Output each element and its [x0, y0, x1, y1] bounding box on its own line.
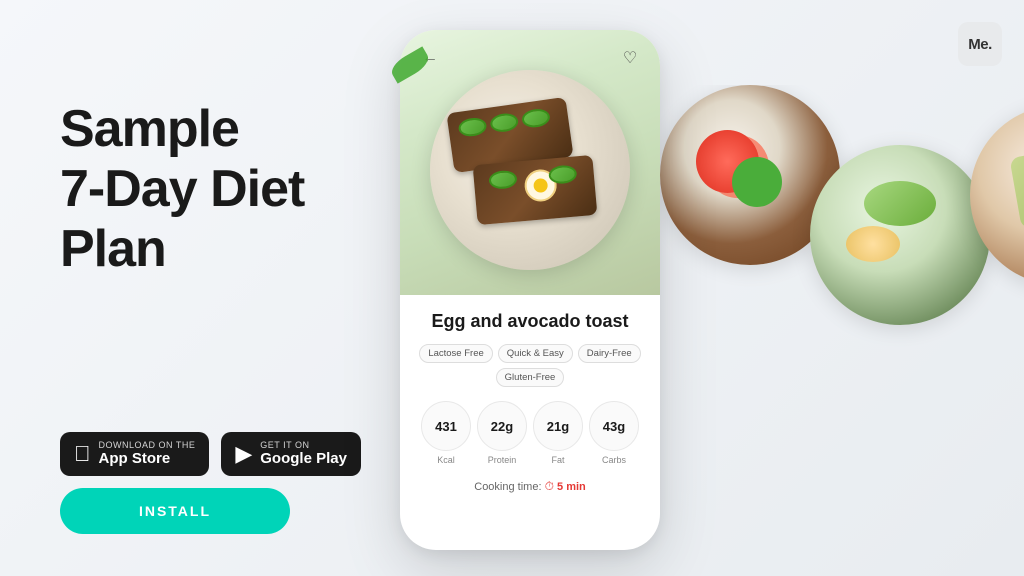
nutrition-row: 431 Kcal 22g Protein 21g Fat: [418, 401, 642, 465]
playstore-small-label: GET IT ON: [260, 440, 309, 450]
avocado-5: [548, 164, 577, 184]
food-plate: [430, 70, 630, 270]
avocado-3: [521, 107, 551, 129]
avocado-2: [489, 112, 519, 134]
nutrition-circle-protein: 22g: [477, 401, 527, 451]
phone-food-image: ← ♡: [400, 30, 660, 295]
phone-frame: ← ♡: [400, 30, 660, 550]
play-icon: ▶: [235, 443, 252, 465]
phone-nav-bar: ← ♡: [416, 44, 644, 72]
nutrition-protein: 22g Protein: [477, 401, 527, 465]
appstore-small-label: Download on the: [99, 440, 196, 450]
playstore-large-label: Google Play: [260, 450, 347, 468]
phone-mockup: ← ♡: [400, 30, 660, 550]
phone-content-area: Egg and avocado toast Lactose Free Quick…: [400, 295, 660, 510]
nutrition-fat: 21g Fat: [533, 401, 583, 465]
nutrition-circle-kcal: 431: [421, 401, 471, 451]
nutrition-circle-fat: 21g: [533, 401, 583, 451]
headline-section: Sample 7-Day Diet Plan: [60, 100, 304, 279]
side-bowl-2: [810, 145, 990, 325]
cooking-time: Cooking time: ⏱ 5 min: [418, 479, 642, 494]
favorite-button[interactable]: ♡: [616, 44, 644, 72]
appstore-button[interactable]:  Download on the App Store: [60, 432, 209, 476]
toast-group: [450, 105, 610, 235]
recipe-tags: Lactose Free Quick & Easy Dairy-Free Glu…: [418, 344, 642, 387]
nutrition-carbs: 43g Carbs: [589, 401, 639, 465]
cooking-time-label: Cooking time:: [474, 481, 541, 493]
side-food-bowls: [660, 85, 1024, 405]
me-logo[interactable]: Me.: [958, 22, 1002, 66]
nutrition-circle-carbs: 43g: [589, 401, 639, 451]
playstore-button[interactable]: ▶ GET IT ON Google Play: [221, 432, 361, 476]
headline-title: Sample 7-Day Diet Plan: [60, 100, 304, 279]
avocado-4: [488, 170, 517, 190]
tag-lactose-free: Lactose Free: [419, 344, 492, 363]
toast-2: [473, 155, 598, 225]
avocado-1: [457, 116, 487, 138]
tag-dairy-free: Dairy-Free: [578, 344, 641, 363]
tag-gluten-free: Gluten-Free: [496, 368, 565, 387]
recipe-title: Egg and avocado toast: [418, 311, 642, 332]
cooking-time-value: 5 min: [557, 481, 586, 493]
appstore-large-label: App Store: [99, 450, 171, 468]
install-button[interactable]: INSTALL: [60, 488, 290, 534]
clock-icon: ⏱: [545, 479, 554, 493]
nutrition-kcal: 431 Kcal: [421, 401, 471, 465]
store-buttons-group:  Download on the App Store ▶ GET IT ON …: [60, 432, 361, 476]
apple-icon: : [74, 443, 91, 465]
tag-quick-easy: Quick & Easy: [498, 344, 573, 363]
